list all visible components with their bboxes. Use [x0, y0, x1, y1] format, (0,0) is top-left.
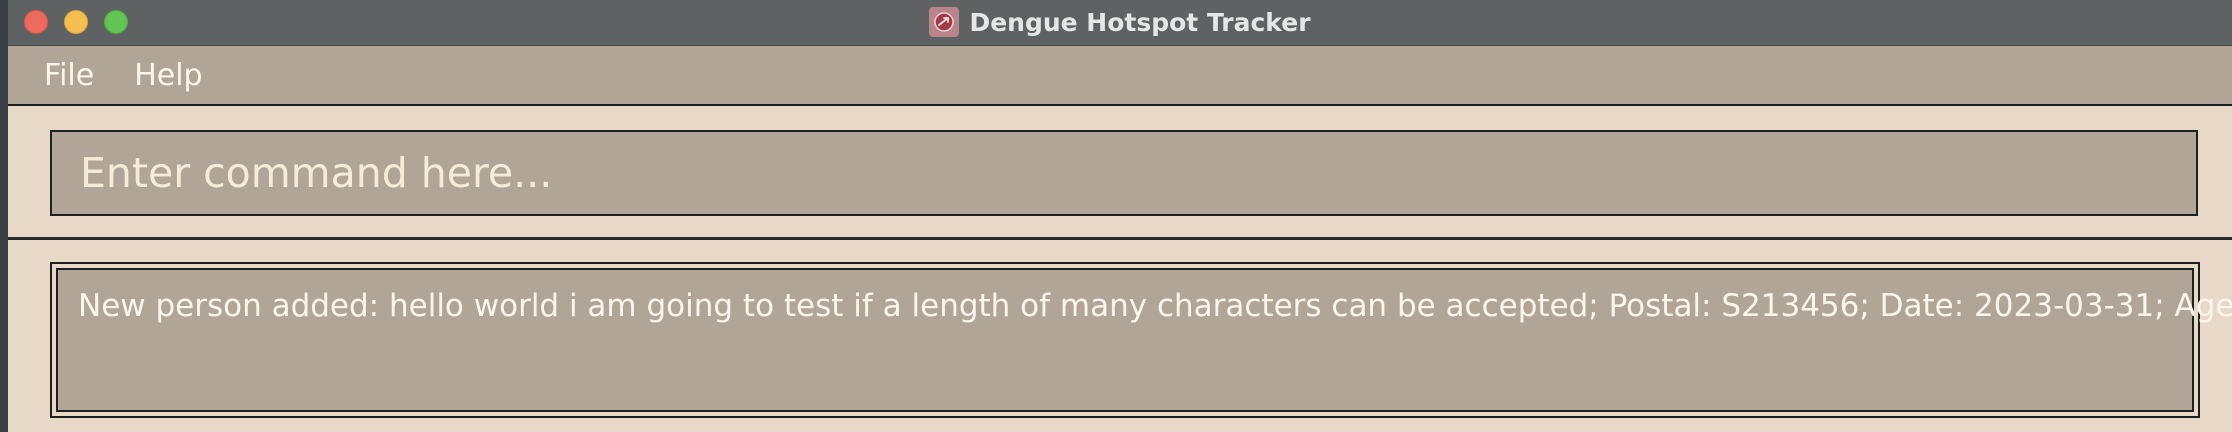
- window-title: Dengue Hotspot Tracker: [969, 7, 1311, 37]
- title-bar[interactable]: Dengue Hotspot Tracker: [8, 0, 2232, 46]
- command-box[interactable]: [50, 130, 2198, 216]
- menu-help[interactable]: Help: [114, 58, 222, 93]
- app-logo-icon: [929, 7, 960, 37]
- command-panel: [8, 106, 2232, 238]
- result-display[interactable]: New person added: hello world i am going…: [56, 268, 2232, 412]
- result-panel: New person added: hello world i am going…: [8, 240, 2232, 432]
- window-title-group: Dengue Hotspot Tracker: [8, 0, 2232, 44]
- app-window: Dengue Hotspot Tracker File Help New per…: [8, 0, 2232, 432]
- menu-bar: File Help: [8, 46, 2232, 106]
- command-input[interactable]: [78, 148, 2196, 198]
- result-message: New person added: hello world i am going…: [78, 288, 2232, 324]
- result-display-frame: New person added: hello world i am going…: [50, 262, 2232, 418]
- menu-file[interactable]: File: [8, 58, 114, 93]
